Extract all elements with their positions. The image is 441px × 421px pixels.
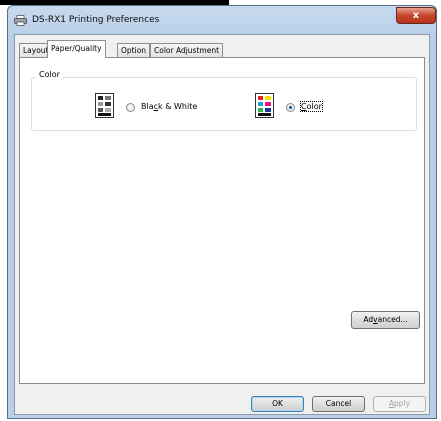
- tab-paper-quality[interactable]: Paper/Quality: [47, 40, 106, 58]
- printer-icon: [14, 15, 27, 26]
- apply-label-rest: pply: [394, 399, 411, 408]
- color-label-post: olor: [306, 102, 322, 111]
- tab-color-adjustment[interactable]: Color Adjustment: [150, 43, 224, 57]
- apply-button[interactable]: Apply: [373, 396, 426, 412]
- cancel-button[interactable]: Cancel: [312, 396, 365, 412]
- color-groupbox: [31, 77, 417, 131]
- color-label[interactable]: Color: [300, 101, 323, 112]
- close-button[interactable]: x: [396, 7, 436, 24]
- ok-button[interactable]: OK: [251, 396, 304, 412]
- black-white-label-pre: Bla: [141, 102, 154, 111]
- color-print-icon: [255, 93, 274, 118]
- window-title: DS-RX1 Printing Preferences: [32, 15, 160, 25]
- black-white-label[interactable]: Black & White: [141, 102, 197, 111]
- advanced-button[interactable]: Advanced...: [351, 311, 420, 329]
- black-white-radio[interactable]: [126, 103, 135, 112]
- color-group-label: Color: [36, 70, 63, 79]
- paper-quality-panel: Color Black & White Color Advanced...: [19, 57, 425, 384]
- color-radio[interactable]: [286, 103, 295, 112]
- printing-preferences-dialog: DS-RX1 Printing Preferences x Layout Pap…: [7, 5, 437, 419]
- black-white-label-post: k & White: [158, 102, 198, 111]
- advanced-label-post: anced...: [377, 315, 408, 324]
- dialog-client-area: Layout Paper/Quality Option Color Adjust…: [14, 34, 430, 415]
- black-white-print-icon: [95, 93, 114, 118]
- tab-option[interactable]: Option: [117, 43, 151, 57]
- advanced-label-pre: Ad: [363, 315, 374, 324]
